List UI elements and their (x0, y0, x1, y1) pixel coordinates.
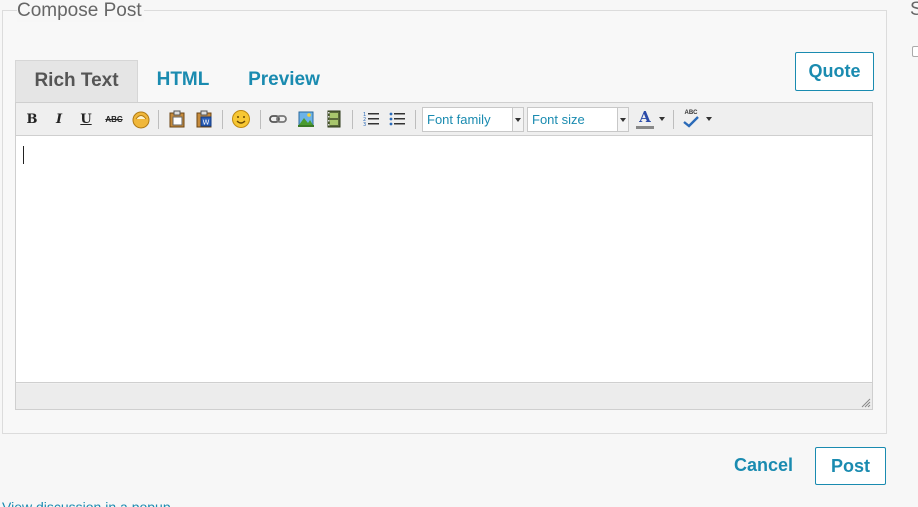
compose-post-legend: Compose Post (17, 0, 144, 22)
font-family-select[interactable]: Font family (422, 107, 524, 132)
resize-handle-icon[interactable] (859, 396, 871, 408)
view-discussion-popup-link[interactable]: View discussion in a popup (2, 499, 171, 507)
font-family-value: Font family (427, 112, 491, 127)
paste-word-icon[interactable]: W (193, 109, 215, 129)
tab-preview[interactable]: Preview (236, 60, 332, 103)
side-panel-legend: S (910, 0, 918, 20)
underline-icon[interactable]: U (78, 109, 94, 129)
chevron-down-icon[interactable] (657, 109, 667, 129)
rich-text-editor: B I U ABC W 123 Font family Font size A … (15, 102, 873, 410)
side-panel-checkbox[interactable] (912, 46, 918, 57)
paste-icon[interactable] (166, 109, 188, 129)
clean-format-icon[interactable] (130, 109, 152, 129)
svg-text:3: 3 (363, 122, 366, 128)
text-color-glyph: A (639, 107, 651, 126)
emoticon-icon[interactable] (230, 109, 252, 129)
chevron-down-icon (617, 108, 628, 131)
cancel-button[interactable]: Cancel (734, 455, 793, 476)
font-size-select[interactable]: Font size (527, 107, 629, 132)
font-size-value: Font size (532, 112, 585, 127)
video-icon[interactable] (323, 109, 345, 129)
svg-text:W: W (203, 119, 210, 127)
text-color-swatch (636, 125, 654, 129)
link-icon[interactable] (267, 109, 289, 129)
tab-html[interactable]: HTML (145, 60, 221, 103)
chevron-down-icon (512, 108, 523, 131)
bullet-list-icon[interactable] (386, 109, 408, 129)
image-icon[interactable] (295, 109, 317, 129)
quote-button[interactable]: Quote (795, 52, 874, 91)
post-button[interactable]: Post (815, 447, 886, 485)
spellcheck-icon[interactable]: ABC (680, 109, 702, 129)
editor-toolbar: B I U ABC W 123 Font family Font size A … (16, 103, 872, 136)
editor-statusbar (16, 384, 872, 409)
italic-icon[interactable]: I (51, 109, 67, 129)
text-cursor (23, 146, 24, 164)
text-color-icon[interactable]: A (634, 109, 656, 129)
strikethrough-icon[interactable]: ABC (102, 109, 126, 129)
editor-content-area[interactable] (16, 136, 872, 383)
tab-rich-text[interactable]: Rich Text (15, 60, 138, 103)
bold-icon[interactable]: B (24, 109, 40, 129)
chevron-down-icon[interactable] (704, 109, 714, 129)
ordered-list-icon[interactable]: 123 (360, 109, 382, 129)
